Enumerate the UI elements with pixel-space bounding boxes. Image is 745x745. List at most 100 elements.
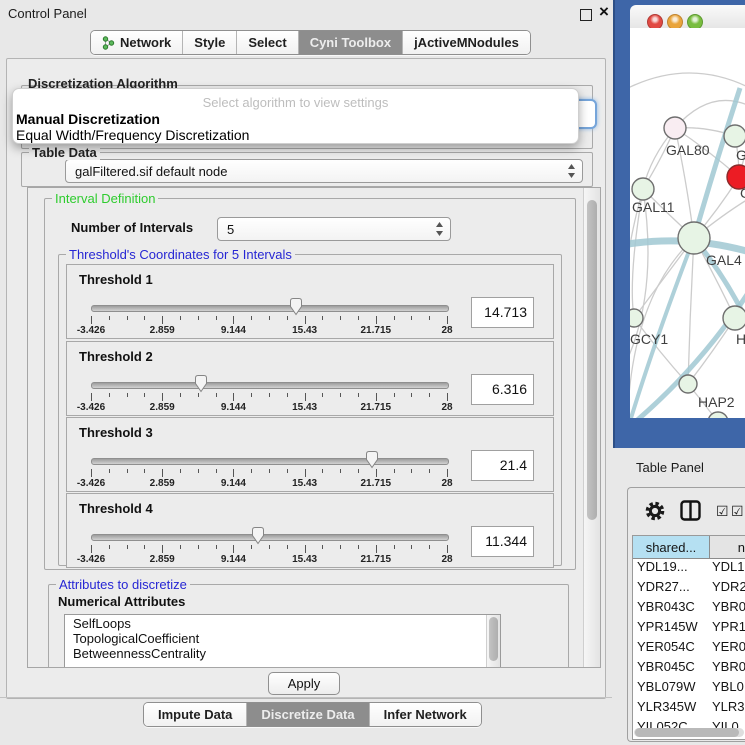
attributes-scrollbar-thumb[interactable]	[489, 617, 498, 661]
table-cell: YBR043C	[633, 599, 709, 619]
table-header-row: shared...n	[633, 536, 745, 559]
tab-label: Style	[194, 35, 225, 50]
settings-scrollbar-thumb[interactable]	[587, 200, 597, 520]
settings-scrollbar[interactable]	[583, 188, 600, 667]
slider-track[interactable]	[91, 534, 449, 541]
tick-mark	[180, 393, 181, 397]
tab-network[interactable]: Network	[91, 31, 182, 54]
tick-label: 15.43	[292, 478, 317, 489]
table-cell: YDR2	[709, 579, 745, 599]
table-panel-title: Table Panel	[636, 460, 704, 475]
attributes-scrollbar[interactable]	[486, 615, 500, 668]
slider-thumb[interactable]	[288, 297, 304, 321]
table-data-combobox[interactable]: galFiltered.sif default node	[65, 159, 583, 183]
number-of-intervals-combobox[interactable]: 5	[217, 217, 451, 241]
table-row[interactable]: YBL079WYBL0	[633, 679, 745, 699]
attribute-list-item[interactable]: BetweennessCentrality	[65, 645, 500, 660]
slider-thumb[interactable]	[250, 526, 266, 550]
algorithm-option[interactable]: Manual Discretization	[16, 111, 160, 127]
close-icon[interactable]: ×	[599, 2, 609, 22]
tab-impute-data[interactable]: Impute Data	[144, 703, 246, 726]
slider-thumb[interactable]	[193, 374, 209, 398]
float-window-icon[interactable]	[580, 9, 592, 21]
network-node-HAP2[interactable]	[679, 375, 697, 393]
table-horizontal-scrollbar-thumb[interactable]	[635, 728, 739, 737]
tick-mark	[376, 393, 377, 401]
table-row[interactable]: YPR145WYPR1	[633, 619, 745, 639]
tick-mark	[358, 469, 359, 473]
threshold-value-field[interactable]: 14.713	[471, 297, 534, 328]
top-tab-bar: Network Style SelectCyni Toolbox jActiveMNo…	[90, 30, 531, 55]
tick-mark	[411, 545, 412, 549]
tick-mark	[305, 393, 306, 401]
tick-mark	[216, 469, 217, 473]
numerical-attributes-list[interactable]: SelfLoopsTopologicalCoefficientBetweenne…	[64, 614, 501, 668]
threshold-label: Threshold 3	[79, 425, 153, 440]
gear-icon[interactable]	[644, 500, 666, 527]
network-node-GAL4[interactable]	[678, 222, 710, 254]
slider-track[interactable]	[91, 458, 449, 465]
slider-track[interactable]	[91, 382, 449, 389]
algorithm-option[interactable]: Equal Width/Frequency Discretization	[16, 127, 249, 143]
table-panel: ☑ ☑ shared...n YDL19...YDL1YDR27...YDR2Y…	[627, 487, 745, 742]
tick-mark	[429, 393, 430, 397]
network-edge[interactable]	[630, 73, 745, 88]
network-node-H[interactable]	[723, 306, 745, 330]
cyni-toolbox-panel: Table Data galFiltered.sif default node …	[6, 58, 606, 699]
tab-cyni-toolbox[interactable]: Cyni Toolbox	[298, 31, 402, 54]
network-node-GAL11[interactable]	[632, 178, 654, 200]
tab-discretize-data[interactable]: Discretize Data	[246, 703, 368, 726]
table-row[interactable]: YBR045CYBR0	[633, 659, 745, 679]
table-row[interactable]: YLR345WYLR3	[633, 699, 745, 719]
attribute-list-item[interactable]: SelfLoops	[65, 615, 500, 630]
network-node-node-topright[interactable]	[724, 125, 745, 147]
checkbox-icon[interactable]: ☑	[716, 503, 729, 520]
threshold-value-field[interactable]: 21.4	[471, 450, 534, 481]
table-row[interactable]: YDL19...YDL1	[633, 559, 745, 579]
table-row[interactable]: YER054CYER0	[633, 639, 745, 659]
node-attribute-table[interactable]: shared...n YDL19...YDL1YDR27...YDR2YBR04…	[632, 535, 745, 740]
network-edge-highlighted[interactable]	[694, 88, 740, 238]
threshold-value-field[interactable]: 6.316	[471, 374, 534, 405]
network-node-GCY1[interactable]	[630, 309, 643, 327]
tab-select[interactable]: Select	[236, 31, 297, 54]
tab-style[interactable]: Style	[182, 31, 236, 54]
tick-label: 9.144	[221, 402, 246, 413]
tick-mark	[340, 393, 341, 397]
table-cell: YDR27...	[633, 579, 709, 599]
network-canvas[interactable]: GAL80GACGAL11GAL4GCY1HHAP2	[630, 28, 745, 418]
tick-mark	[127, 545, 128, 549]
table-column-header[interactable]: shared...	[633, 536, 710, 558]
tick-label: 28	[441, 325, 452, 336]
tab-infer-network[interactable]: Infer Network	[369, 703, 481, 726]
split-view-icon[interactable]	[680, 500, 701, 526]
table-row[interactable]: YBR043CYBR0	[633, 599, 745, 619]
table-horizontal-scrollbar[interactable]	[634, 728, 744, 737]
checkbox-icon[interactable]: ☑	[731, 503, 744, 520]
tick-label: 15.43	[292, 325, 317, 336]
threshold-value-field[interactable]: 11.344	[471, 526, 534, 557]
tick-mark	[269, 545, 270, 549]
network-window-titlebar[interactable]	[630, 5, 745, 29]
tick-mark	[429, 545, 430, 549]
network-node-label: GA	[736, 147, 745, 163]
tab-jactivemnodules[interactable]: jActiveMNodules	[402, 31, 530, 54]
tick-mark	[269, 393, 270, 397]
network-view-window[interactable]: GAL80GACGAL11GAL4GCY1HHAP2	[613, 0, 745, 448]
tick-label: 21.715	[361, 478, 392, 489]
tick-label: 9.144	[221, 325, 246, 336]
attribute-list-item[interactable]: TopologicalCoefficient	[65, 630, 500, 645]
slider-track[interactable]	[91, 305, 449, 312]
table-column-header[interactable]: n	[710, 536, 745, 558]
apply-button[interactable]: Apply	[268, 672, 340, 695]
slider-thumb[interactable]	[364, 450, 380, 474]
network-node-GAL80[interactable]	[664, 117, 686, 139]
tick-label: 2.859	[150, 325, 175, 336]
stepper-icon	[435, 222, 450, 236]
tab-label: jActiveMNodules	[414, 35, 519, 50]
table-row[interactable]: YDR27...YDR2	[633, 579, 745, 599]
table-cell: YPR1	[709, 619, 745, 639]
tick-label: 2.859	[150, 478, 175, 489]
tick-mark	[251, 316, 252, 320]
tick-mark	[144, 316, 145, 320]
